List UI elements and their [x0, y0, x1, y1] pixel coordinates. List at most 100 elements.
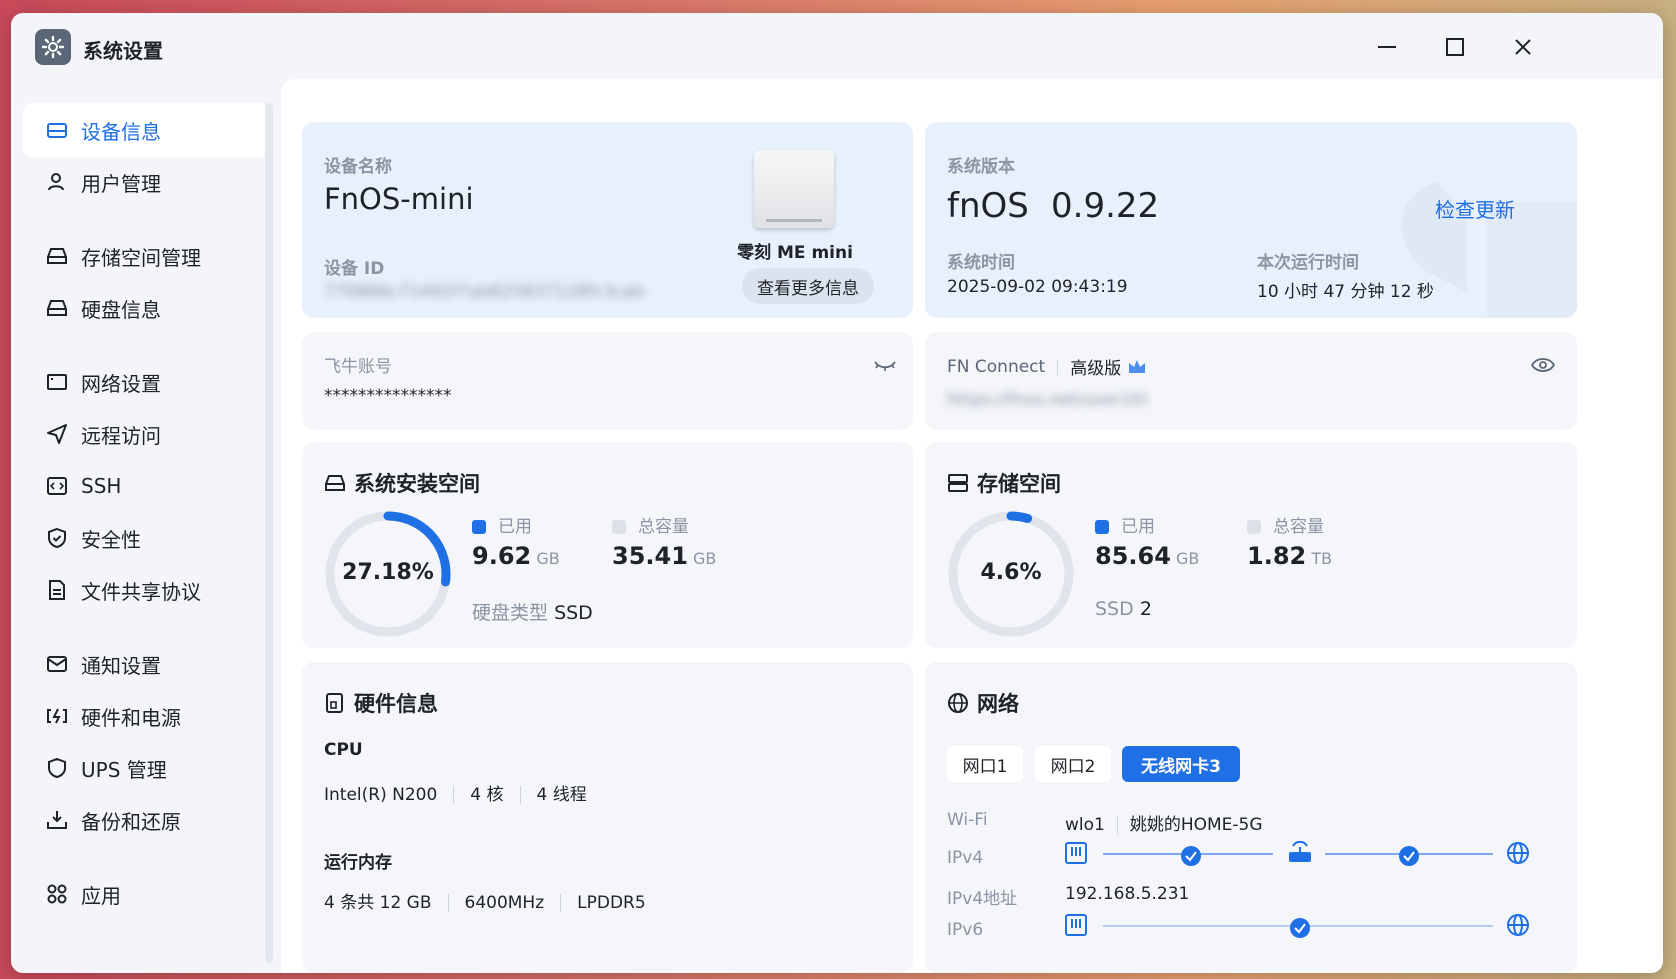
- sidebar-item-label: 存储空间管理: [81, 245, 201, 270]
- sidebar-item-backup[interactable]: 备份和还原: [23, 793, 267, 847]
- globe-icon: [1507, 914, 1529, 936]
- total-amount: 1.82 TB: [1247, 542, 1332, 570]
- globe-icon: [947, 691, 971, 715]
- sidebar-item-storage[interactable]: 存储空间管理: [23, 229, 267, 283]
- more-info-button[interactable]: 查看更多信息: [742, 268, 874, 304]
- sidebar-item-network[interactable]: 网络设置: [23, 355, 267, 409]
- sidebar-item-label: 通知设置: [81, 653, 161, 678]
- legend-used: 已用: [1095, 512, 1155, 537]
- total-value: 1.82: [1247, 542, 1307, 570]
- sidebar-item-remote[interactable]: 远程访问: [23, 407, 267, 461]
- device-model: 零刻 ME mini: [737, 243, 853, 263]
- wifi-label: Wi-Fi: [947, 810, 988, 830]
- cpu-info: Intel(R) N200 4 核 4 线程: [324, 780, 587, 805]
- device-icon: [45, 118, 69, 142]
- sidebar-item-hardware-power[interactable]: 硬件和电源: [23, 689, 267, 743]
- disk-type-value: SSD: [554, 602, 593, 624]
- cpu-model: Intel(R) N200: [324, 785, 438, 805]
- settings-window: 系统设置 设备信息 用户管理 存储空间管理 硬盘信息 网络设置 远程访问 SSH…: [11, 13, 1663, 973]
- memory-info: 4 条共 12 GB 6400MHz LPDDR5: [324, 888, 646, 913]
- tab-port-1[interactable]: 网口1: [947, 746, 1023, 782]
- sidebar: 设备信息 用户管理 存储空间管理 硬盘信息 网络设置 远程访问 SSH 安全性: [11, 91, 273, 973]
- disk-type: 硬盘类型 SSD: [472, 598, 593, 625]
- os-version: 0.9.22: [1051, 186, 1160, 226]
- sidebar-item-label: 远程访问: [81, 423, 161, 448]
- legend-total-label: 总容量: [638, 517, 689, 537]
- storage-title: 存储空间: [947, 468, 1061, 498]
- maximize-button[interactable]: [1437, 29, 1473, 65]
- legend-used-swatch: [1095, 520, 1109, 534]
- hardware-title: 硬件信息: [324, 688, 438, 718]
- system-space-title: 系统安装空间: [324, 468, 480, 498]
- used-amount: 85.64 GB: [1095, 542, 1199, 570]
- total-unit: TB: [1311, 549, 1333, 568]
- legend-total-swatch: [612, 520, 626, 534]
- legend-used-swatch: [472, 520, 486, 534]
- sidebar-item-label: 安全性: [81, 527, 141, 552]
- mail-icon: [45, 652, 69, 676]
- fnconnect-header: FN Connect 高级版: [947, 354, 1147, 379]
- divider: [1057, 358, 1059, 375]
- device-id-label: 设备 ID: [324, 259, 385, 279]
- fnconnect-label: FN Connect: [947, 356, 1046, 377]
- sidebar-item-security[interactable]: 安全性: [23, 511, 267, 565]
- power-hardware-icon: [45, 704, 69, 728]
- sidebar-item-file-sharing[interactable]: 文件共享协议: [23, 563, 267, 617]
- check-update-link[interactable]: 检查更新: [1435, 194, 1515, 223]
- fnconnect-card: FN Connect 高级版 https://fnos.net/user10X: [925, 332, 1577, 430]
- send-icon: [45, 422, 69, 446]
- sidebar-item-users[interactable]: 用户管理: [23, 155, 267, 209]
- sidebar-scrollbar[interactable]: [265, 103, 273, 963]
- device-card: 设备名称 FnOS-mini 设备 ID 770866c71491f7ab625…: [302, 122, 913, 318]
- check-circle-icon: [1399, 846, 1419, 866]
- server-icon: [947, 471, 971, 495]
- storage-icon: [45, 244, 69, 268]
- sidebar-item-device-info[interactable]: 设备信息: [23, 103, 267, 157]
- sidebar-item-ups[interactable]: UPS 管理: [23, 741, 267, 795]
- tab-wireless-3[interactable]: 无线网卡3: [1122, 746, 1240, 782]
- version-label: 系统版本: [947, 157, 1015, 177]
- legend-used: 已用: [472, 512, 532, 537]
- check-circle-icon: [1290, 918, 1310, 938]
- used-amount: 9.62 GB: [472, 542, 560, 570]
- divider: [560, 894, 562, 912]
- account-value: ***************: [324, 386, 452, 406]
- cpu-label: CPU: [324, 740, 363, 760]
- chip-icon: [324, 691, 348, 715]
- total-unit: GB: [693, 549, 717, 568]
- tab-port-2[interactable]: 网口2: [1035, 746, 1111, 782]
- close-button[interactable]: [1505, 29, 1541, 65]
- ssd-label: SSD: [1095, 598, 1134, 620]
- storage-percent: 4.6%: [980, 560, 1042, 585]
- shield-check-icon: [45, 526, 69, 550]
- sidebar-item-disk[interactable]: 硬盘信息: [23, 281, 267, 335]
- ipv4-topology: [1065, 840, 1529, 866]
- sidebar-item-label: 文件共享协议: [81, 579, 201, 604]
- divider: [453, 786, 455, 804]
- account-card: 飞牛账号 ***************: [302, 332, 913, 430]
- storage-title-text: 存储空间: [977, 472, 1061, 496]
- check-circle-icon: [1181, 846, 1201, 866]
- sidebar-item-ssh[interactable]: SSH: [23, 459, 267, 513]
- sidebar-item-apps[interactable]: 应用: [23, 867, 267, 921]
- os-name: fnOS: [947, 186, 1029, 226]
- used-value: 9.62: [472, 542, 532, 570]
- total-amount: 35.41 GB: [612, 542, 716, 570]
- sidebar-item-notifications[interactable]: 通知设置: [23, 637, 267, 691]
- used-value: 85.64: [1095, 542, 1171, 570]
- device-image: [754, 150, 834, 228]
- memory-speed: 6400MHz: [464, 893, 545, 913]
- uptime-value: 10 小时 47 分钟 12 秒: [1257, 282, 1434, 302]
- download-tray-icon: [45, 808, 69, 832]
- divider: [447, 894, 449, 912]
- divider: [519, 786, 521, 804]
- eye-closed-icon[interactable]: [874, 358, 896, 374]
- system-space-percent: 27.18%: [342, 560, 434, 585]
- uptime-label: 本次运行时间: [1257, 253, 1359, 273]
- minimize-button[interactable]: [1369, 29, 1405, 65]
- terminal-icon: [45, 474, 69, 498]
- eye-icon[interactable]: [1531, 356, 1555, 374]
- legend-total-swatch: [1247, 520, 1261, 534]
- legend-total: 总容量: [612, 512, 689, 537]
- ipv4-address-label: IPv4地址: [947, 889, 1018, 909]
